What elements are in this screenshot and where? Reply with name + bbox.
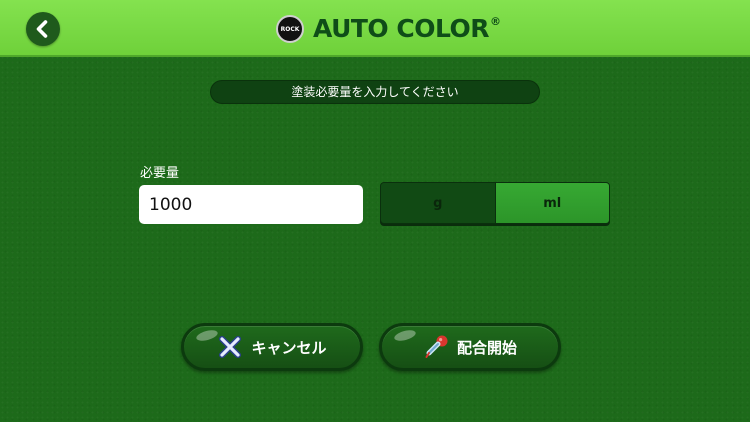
unit-option-g[interactable]: g (381, 183, 496, 223)
unit-toggle: g ml (380, 182, 610, 224)
start-mixing-label: 配合開始 (456, 338, 517, 357)
rock-logo-badge: ROCK (276, 15, 304, 43)
logo-title: AUTO COLOR® (313, 13, 501, 45)
amount-input[interactable] (139, 185, 363, 224)
chevron-left-icon (36, 20, 48, 38)
instruction-banner: 塗装必要量を入力してください (210, 80, 540, 104)
start-mixing-button[interactable]: 配合開始 (379, 323, 561, 371)
unit-option-ml[interactable]: ml (495, 183, 609, 223)
registered-mark: ® (490, 15, 501, 28)
app-header: ROCK AUTO COLOR® (0, 0, 750, 57)
dropper-icon (425, 335, 448, 358)
amount-label: 必要量 (140, 166, 180, 181)
cancel-button-label: キャンセル (251, 338, 327, 357)
back-button[interactable] (26, 12, 60, 46)
app-logo: ROCK AUTO COLOR® (276, 13, 501, 45)
button-shine (195, 328, 219, 343)
close-x-icon (219, 336, 242, 358)
cancel-button[interactable]: キャンセル (181, 323, 363, 371)
logo-title-text: AUTO COLOR (313, 14, 490, 43)
button-shine (393, 328, 417, 343)
